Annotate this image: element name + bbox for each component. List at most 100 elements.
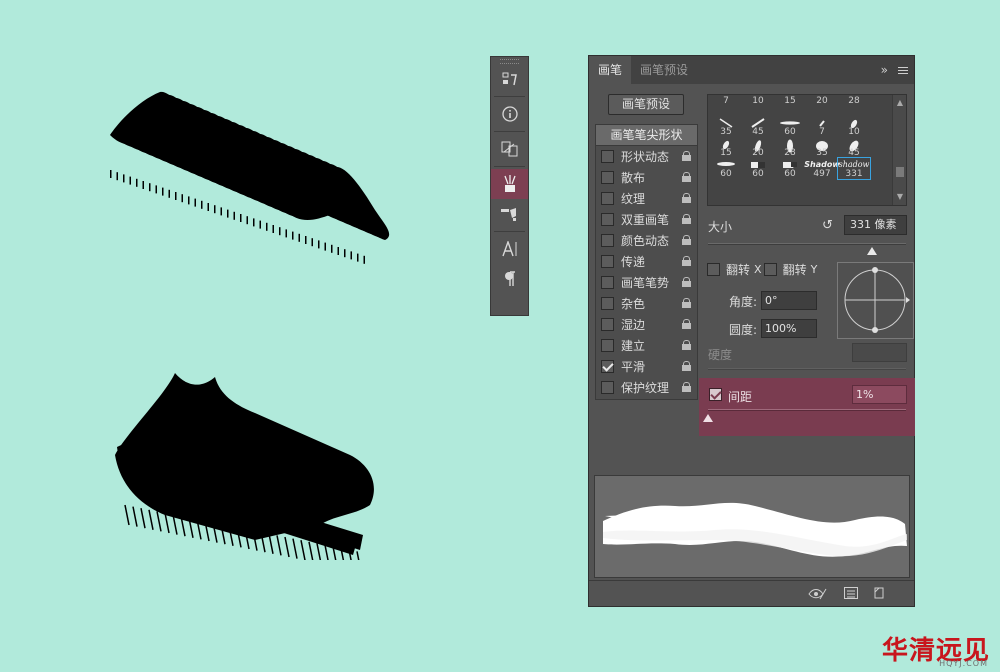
scroll-up-icon[interactable]: ▲	[896, 99, 904, 107]
option-row[interactable]: 杂色	[596, 293, 697, 314]
spacing-checkbox[interactable]	[709, 388, 722, 401]
clone-source-icon[interactable]	[491, 134, 528, 164]
option-checkbox[interactable]	[601, 150, 614, 163]
toggle-visibility-icon[interactable]	[808, 587, 828, 604]
panel-bottom-bar	[589, 580, 914, 606]
option-checkbox[interactable]	[601, 360, 614, 373]
brush-tip[interactable]: Shadow 497	[804, 158, 839, 179]
brush-tip[interactable]: 20	[742, 137, 774, 158]
brush-tip[interactable]: 45	[742, 116, 774, 137]
lock-icon[interactable]	[682, 277, 691, 287]
reset-size-icon[interactable]: ↺	[822, 218, 833, 233]
lock-icon[interactable]	[682, 382, 691, 392]
option-checkbox[interactable]	[601, 276, 614, 289]
flip-x-box[interactable]	[707, 263, 720, 276]
tab-brush[interactable]: 画笔	[589, 56, 632, 84]
option-row[interactable]: 湿边	[596, 314, 697, 335]
hardness-input[interactable]	[852, 343, 907, 362]
brush-tip[interactable]: 45	[838, 137, 870, 158]
lock-icon[interactable]	[682, 340, 691, 350]
option-checkbox[interactable]	[601, 297, 614, 310]
brush-tip[interactable]: 35	[806, 137, 838, 158]
flip-y-box[interactable]	[763, 263, 777, 276]
angle-input[interactable]: 0°	[761, 291, 817, 310]
option-brush-tip-shape[interactable]: 画笔笔尖形状	[596, 125, 697, 146]
option-checkbox[interactable]	[601, 171, 614, 184]
option-checkbox[interactable]	[601, 213, 614, 226]
option-row[interactable]: 颜色动态	[596, 230, 697, 251]
lock-icon[interactable]	[682, 151, 691, 161]
lock-icon[interactable]	[682, 256, 691, 266]
character-icon[interactable]	[491, 234, 528, 264]
double-chevron-right-icon[interactable]: »	[881, 63, 888, 77]
spacing-slider-thumb[interactable]	[703, 414, 713, 422]
option-checkbox[interactable]	[601, 318, 614, 331]
option-row[interactable]: 纹理	[596, 188, 697, 209]
size-slider[interactable]	[708, 243, 906, 245]
option-row[interactable]: 形状动态	[596, 146, 697, 167]
tab-brush-presets[interactable]: 画笔预设	[631, 56, 697, 84]
option-label: 形状动态	[621, 150, 670, 164]
option-checkbox[interactable]	[601, 234, 614, 247]
lock-icon[interactable]	[682, 298, 691, 308]
panel-dock-toolbar	[490, 56, 529, 316]
flip-y-checkbox[interactable]: 翻转 Y	[763, 261, 817, 278]
brush-tip-size: 331	[845, 169, 863, 179]
option-row[interactable]: 传递	[596, 251, 697, 272]
lock-icon[interactable]	[682, 214, 691, 224]
lock-icon[interactable]	[682, 235, 691, 245]
brush-tip-size: 45	[752, 127, 764, 137]
paragraph-icon[interactable]	[491, 264, 528, 294]
option-row[interactable]: 画笔笔势	[596, 272, 697, 293]
option-checkbox[interactable]	[601, 381, 614, 394]
scroll-thumb[interactable]	[896, 167, 904, 177]
option-checkbox[interactable]	[601, 255, 614, 268]
brush-tip[interactable]: 60	[774, 158, 806, 179]
brush-tip[interactable]: 15	[774, 95, 806, 116]
brush-presets-button[interactable]: 画笔预设	[608, 94, 684, 115]
lock-icon[interactable]	[682, 361, 691, 371]
brush-tip-grid: 7 10 15 20 28 35 45 60 7 10 15 20 28 35 45 60 60 60 Shadow…	[707, 94, 907, 206]
panel-menu-icon[interactable]	[898, 65, 908, 76]
roundness-input[interactable]: 100%	[761, 319, 817, 338]
brush-tip[interactable]: 7	[806, 116, 838, 137]
option-row[interactable]: 平滑	[596, 356, 697, 377]
option-checkbox[interactable]	[601, 339, 614, 352]
flip-x-checkbox[interactable]: 翻转 X	[707, 261, 762, 278]
angle-roundness-widget[interactable]	[837, 262, 914, 339]
brush-tip-size: 28	[848, 96, 860, 106]
lock-icon[interactable]	[682, 193, 691, 203]
brush-tip[interactable]: 60	[710, 158, 742, 179]
option-row[interactable]: 保护纹理	[596, 377, 697, 398]
grid-icon[interactable]	[844, 587, 858, 602]
brush-tip[interactable]: 28	[774, 137, 806, 158]
info-icon[interactable]	[491, 99, 528, 129]
history-icon[interactable]	[491, 64, 528, 94]
tool-presets-icon[interactable]	[491, 199, 528, 229]
option-checkbox[interactable]	[601, 192, 614, 205]
option-row[interactable]: 双重画笔	[596, 209, 697, 230]
new-preset-icon[interactable]	[873, 587, 885, 602]
spacing-input[interactable]: 1%	[852, 385, 907, 404]
brush-tip[interactable]: 20	[806, 95, 838, 116]
brush-tip[interactable]: 28	[838, 95, 870, 116]
size-slider-thumb[interactable]	[867, 247, 878, 255]
spacing-slider[interactable]	[708, 409, 906, 411]
brush-tip[interactable]: 10	[742, 95, 774, 116]
tip-grid-scrollbar[interactable]: ▲ ▼	[892, 95, 906, 205]
hardness-slider[interactable]	[708, 368, 906, 370]
brush-panel-icon[interactable]	[491, 169, 528, 199]
brush-tip[interactable]: 10	[838, 116, 870, 137]
lock-icon[interactable]	[682, 172, 691, 182]
brush-tip[interactable]: 60	[742, 158, 774, 179]
lock-icon[interactable]	[682, 319, 691, 329]
brush-tip[interactable]: shadow 331	[837, 157, 871, 180]
size-input[interactable]: 331 像素	[844, 215, 907, 235]
option-row[interactable]: 建立	[596, 335, 697, 356]
brush-tip[interactable]: 35	[710, 116, 742, 137]
brush-tip[interactable]: 60	[774, 116, 806, 137]
brush-tip[interactable]: 15	[710, 137, 742, 158]
brush-tip[interactable]: 7	[710, 95, 742, 116]
option-row[interactable]: 散布	[596, 167, 697, 188]
scroll-down-icon[interactable]: ▼	[896, 193, 904, 201]
